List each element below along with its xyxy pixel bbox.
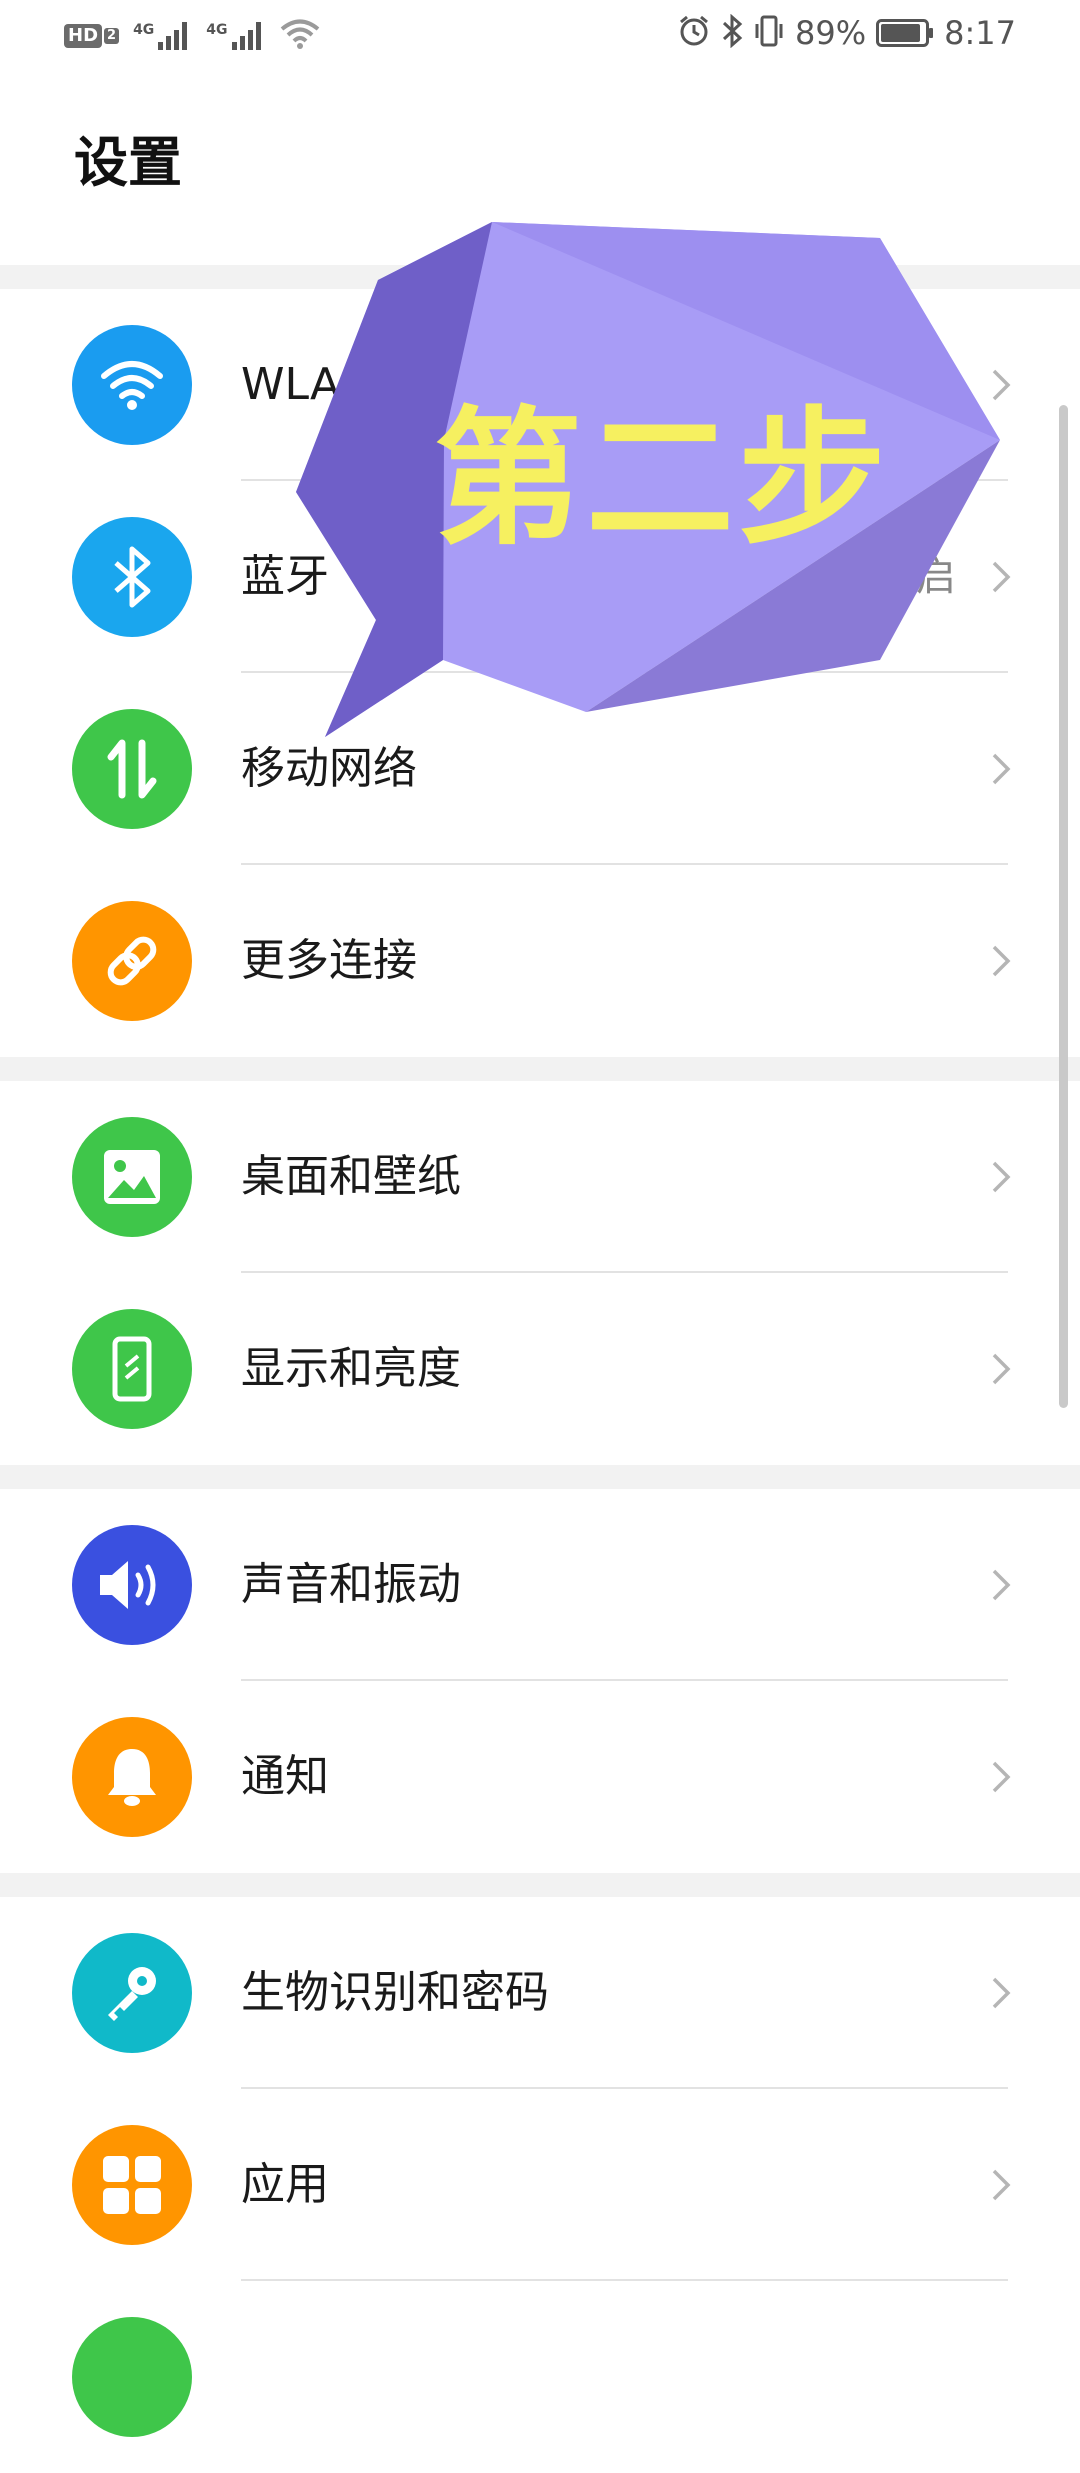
setting-label: 声音和振动 [241, 1559, 461, 1610]
key-icon [72, 1933, 192, 2053]
image-icon [72, 1117, 192, 1237]
setting-label: 生物识别和密码 [241, 1967, 549, 2018]
chevron-right-icon [992, 945, 1011, 977]
chevron-right-icon [992, 561, 1011, 593]
chevron-right-icon [992, 1161, 1011, 1193]
status-bar: HD 2 4G 4G 89% 8:17 [0, 0, 1080, 80]
setting-row-mobile-network[interactable]: 移动网络 [0, 673, 1080, 865]
wifi-icon [72, 325, 192, 445]
signal-sim2-icon: 4G [206, 22, 265, 50]
mobile-data-icon [72, 709, 192, 829]
speaker-icon [72, 1525, 192, 1645]
clock: 8:17 [944, 14, 1016, 52]
bluetooth-icon [72, 517, 192, 637]
bluetooth-status-icon [721, 13, 743, 52]
setting-row-apps[interactable]: 应用 [0, 2089, 1080, 2281]
setting-row-display[interactable]: 显示和亮度 [0, 1273, 1080, 1465]
chevron-right-icon [992, 1977, 1011, 2009]
setting-row-biometrics[interactable]: 生物识别和密码 [0, 1897, 1080, 2089]
chevron-right-icon [992, 369, 1011, 401]
setting-row-more-connections[interactable]: 更多连接 [0, 865, 1080, 1057]
status-right: 89% 8:17 [677, 13, 1016, 52]
setting-label: 显示和亮度 [241, 1343, 461, 1394]
setting-row-wallpaper[interactable]: 桌面和壁纸 [0, 1081, 1080, 1273]
battery-percent: 89% [795, 14, 867, 52]
chevron-right-icon [992, 1353, 1011, 1385]
battery-icon [876, 19, 934, 47]
scrollbar[interactable] [1059, 405, 1068, 1408]
partial-icon [72, 2317, 192, 2437]
chevron-right-icon [992, 753, 1011, 785]
apps-grid-icon [72, 2125, 192, 2245]
phone-brightness-icon [72, 1309, 192, 1429]
status-left: HD 2 4G 4G [64, 18, 320, 54]
setting-label: 桌面和壁纸 [241, 1151, 461, 1202]
setting-label: 应用 [241, 2159, 329, 2210]
section-gap [0, 1873, 1080, 1897]
vibrate-icon [753, 14, 785, 52]
setting-label: 移动网络 [241, 743, 417, 794]
chevron-right-icon [992, 2169, 1011, 2201]
setting-value: 已开启 [836, 554, 956, 600]
chevron-right-icon [992, 1761, 1011, 1793]
section-gap [0, 1465, 1080, 1489]
setting-label: 通知 [241, 1751, 329, 1802]
setting-label: WLAN [241, 359, 374, 410]
page-title: 设置 [74, 131, 182, 194]
signal-sim1-icon: 4G [133, 22, 192, 50]
setting-row-wlan[interactable]: WLAN [0, 289, 1080, 481]
chevron-right-icon [992, 1569, 1011, 1601]
bell-icon [72, 1717, 192, 1837]
section-gap [0, 1057, 1080, 1081]
setting-label: 蓝牙 [241, 551, 329, 602]
setting-row-next[interactable] [0, 2281, 1080, 2473]
alarm-icon [677, 14, 711, 52]
wifi-status-icon [280, 18, 320, 54]
setting-label: 更多连接 [241, 935, 417, 986]
setting-row-sound[interactable]: 声音和振动 [0, 1489, 1080, 1681]
section-gap [0, 265, 1080, 289]
setting-row-bluetooth[interactable]: 蓝牙 已开启 [0, 481, 1080, 673]
link-icon [72, 901, 192, 1021]
hd-voice-icon: HD 2 [64, 24, 120, 48]
setting-row-notifications[interactable]: 通知 [0, 1681, 1080, 1873]
